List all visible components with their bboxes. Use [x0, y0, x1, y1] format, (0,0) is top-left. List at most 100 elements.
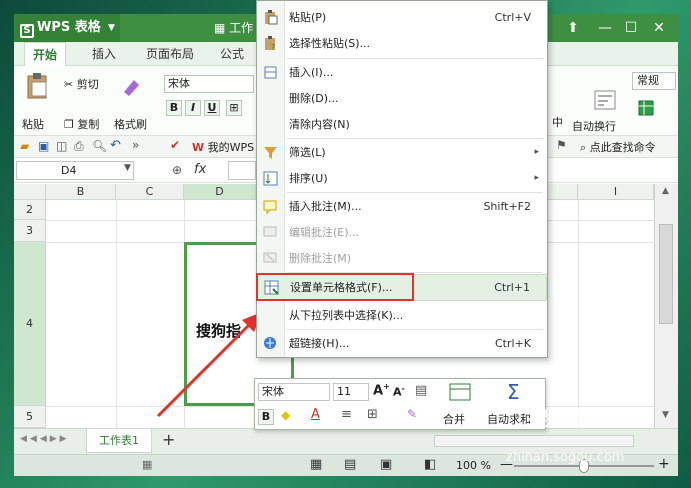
- menu-item-sort[interactable]: 排序(U) ▸: [257, 166, 547, 191]
- align-icon[interactable]: ≡: [341, 407, 352, 422]
- highlight-box: [256, 273, 414, 301]
- border-icon[interactable]: ⊞: [226, 100, 242, 116]
- find-command-button[interactable]: ⌕ 点此查找命令: [580, 139, 656, 155]
- row-header-5[interactable]: 5: [14, 406, 46, 428]
- column-header-d[interactable]: D: [184, 184, 256, 200]
- shrink-font-icon[interactable]: A-: [393, 384, 405, 399]
- scroll-thumb[interactable]: [659, 224, 673, 324]
- sheet-tab-1[interactable]: 工作表1: [86, 429, 152, 453]
- column-header-i[interactable]: I: [578, 184, 654, 200]
- paste-label[interactable]: 粘贴: [22, 116, 44, 132]
- italic-button[interactable]: I: [185, 100, 201, 116]
- format-painter-label[interactable]: 格式刷: [114, 116, 147, 132]
- close-icon[interactable]: ✕: [646, 14, 672, 42]
- tab-formulas[interactable]: 公式: [220, 42, 244, 66]
- zoom-formula-icon[interactable]: ⊕: [172, 163, 182, 177]
- zoom-level[interactable]: 100 %: [456, 459, 491, 472]
- column-line: [578, 200, 579, 428]
- doc-icon: ▦: [214, 21, 226, 35]
- sheet-nav-icon[interactable]: ◀◀◀▶▶: [20, 434, 70, 444]
- tab-insert[interactable]: 插入: [92, 42, 116, 66]
- column-header-c[interactable]: C: [116, 184, 184, 200]
- save-icon[interactable]: ▣: [38, 139, 49, 153]
- menu-item-hyperlink[interactable]: 超链接(H)... Ctrl+K: [257, 331, 547, 356]
- grow-font-icon[interactable]: A+: [373, 382, 390, 398]
- formula-input[interactable]: [228, 161, 256, 180]
- menu-item-pick-from-list[interactable]: 从下拉列表中选择(K)...: [257, 303, 547, 328]
- page-break-icon[interactable]: ▣: [380, 457, 392, 472]
- merge-cells-icon[interactable]: [449, 383, 471, 401]
- scroll-up-icon[interactable]: ▲: [662, 186, 669, 196]
- filter-icon: [264, 147, 277, 159]
- ai-icon[interactable]: ✔: [170, 138, 180, 152]
- fx-button[interactable]: fx: [194, 162, 206, 177]
- watermark-url: zhinan.sogou.com: [506, 450, 625, 465]
- align-center-label[interactable]: 中: [552, 114, 563, 130]
- minimize-icon[interactable]: —: [592, 14, 618, 42]
- restore-icon[interactable]: ⬆: [560, 14, 586, 42]
- bold-button[interactable]: B: [166, 100, 182, 116]
- scroll-down-icon[interactable]: ▼: [662, 410, 669, 420]
- table-style-icon[interactable]: [638, 100, 656, 118]
- watermark-logo: 搜狗指南: [528, 406, 608, 430]
- format-painter-icon[interactable]: ✎: [407, 407, 417, 421]
- mini-font-size[interactable]: 11: [333, 383, 369, 401]
- tab-home[interactable]: 开始: [24, 42, 67, 66]
- underline-button[interactable]: U: [204, 100, 220, 116]
- fill-color-icon[interactable]: ◆: [281, 408, 290, 422]
- flag-icon[interactable]: ⚑: [556, 138, 567, 152]
- menu-item-paste-special[interactable]: ? 选择性粘贴(S)...: [257, 31, 547, 56]
- select-all-corner[interactable]: [14, 184, 46, 200]
- copy-button[interactable]: ❐ 复制: [64, 116, 99, 132]
- row-header-4[interactable]: 4: [14, 242, 46, 406]
- cut-button[interactable]: ✂ 剪切: [64, 76, 99, 92]
- tab-page-layout[interactable]: 页面布局: [146, 42, 194, 66]
- page-layout-view-icon[interactable]: ▤: [344, 457, 356, 472]
- mini-bold-button[interactable]: B: [258, 409, 274, 425]
- more-icon[interactable]: »: [132, 138, 139, 152]
- maximize-icon[interactable]: ☐: [618, 14, 644, 42]
- wrap-text-icon[interactable]: [594, 90, 616, 110]
- column-header-b[interactable]: B: [46, 184, 116, 200]
- column-line: [116, 200, 117, 428]
- horizontal-scrollbar[interactable]: [434, 435, 634, 447]
- menu-item-clear-contents[interactable]: 清除内容(N): [257, 112, 547, 137]
- document-title: ▦ 工作: [214, 21, 254, 35]
- export-pdf-icon[interactable]: ◫: [56, 139, 67, 153]
- print-preview-icon[interactable]: 🔍︎: [92, 139, 107, 153]
- font-color-icon[interactable]: A: [311, 407, 320, 422]
- svg-text:?: ?: [271, 43, 275, 51]
- menu-item-paste[interactable]: 粘贴(P) Ctrl+V: [257, 5, 547, 30]
- clear-format-icon[interactable]: ▤: [415, 383, 427, 398]
- name-box[interactable]: D4: [16, 161, 134, 180]
- chevron-down-icon: ▼: [108, 23, 115, 33]
- chevron-down-icon[interactable]: ▼: [124, 163, 131, 173]
- add-sheet-icon[interactable]: +: [162, 430, 175, 449]
- wrap-text-label[interactable]: 自动换行: [572, 118, 616, 134]
- zoom-in-icon[interactable]: +: [658, 456, 670, 472]
- open-folder-icon[interactable]: ▰: [20, 139, 29, 153]
- border-icon[interactable]: ⊞: [367, 407, 378, 422]
- merge-label[interactable]: 合并: [443, 411, 465, 427]
- menu-item-delete[interactable]: 删除(D)...: [257, 86, 547, 111]
- undo-icon[interactable]: ↶: [110, 138, 121, 153]
- menu-item-insert-comment[interactable]: 插入批注(M)... Shift+F2: [257, 194, 547, 219]
- paste-icon[interactable]: [24, 72, 50, 100]
- normal-view-icon[interactable]: ▦: [310, 457, 322, 472]
- my-wps-button[interactable]: W 我的WPS: [192, 139, 254, 155]
- autosum-label[interactable]: 自动求和: [487, 411, 531, 427]
- menu-item-insert[interactable]: 插入(I)...: [257, 60, 547, 85]
- sigma-icon[interactable]: Σ: [507, 380, 520, 404]
- mini-font-name[interactable]: 宋体: [258, 383, 330, 401]
- menu-item-filter[interactable]: 筛选(L) ▸: [257, 140, 547, 165]
- reading-mode-icon[interactable]: ◧: [424, 457, 436, 472]
- format-painter-icon[interactable]: [120, 76, 142, 98]
- font-name-select[interactable]: 宋体: [164, 75, 254, 93]
- vertical-scrollbar[interactable]: ▲ ▼: [654, 184, 678, 428]
- row-header-2[interactable]: 2: [14, 200, 46, 220]
- number-format-select[interactable]: 常规: [632, 72, 676, 90]
- app-menu-button[interactable]: S WPS 表格 ▼: [14, 14, 120, 42]
- context-menu: 粘贴(P) Ctrl+V ? 选择性粘贴(S)... 插入(I)... 删除(D)…: [256, 0, 548, 358]
- print-icon[interactable]: ⎙: [74, 139, 84, 154]
- row-header-3[interactable]: 3: [14, 220, 46, 242]
